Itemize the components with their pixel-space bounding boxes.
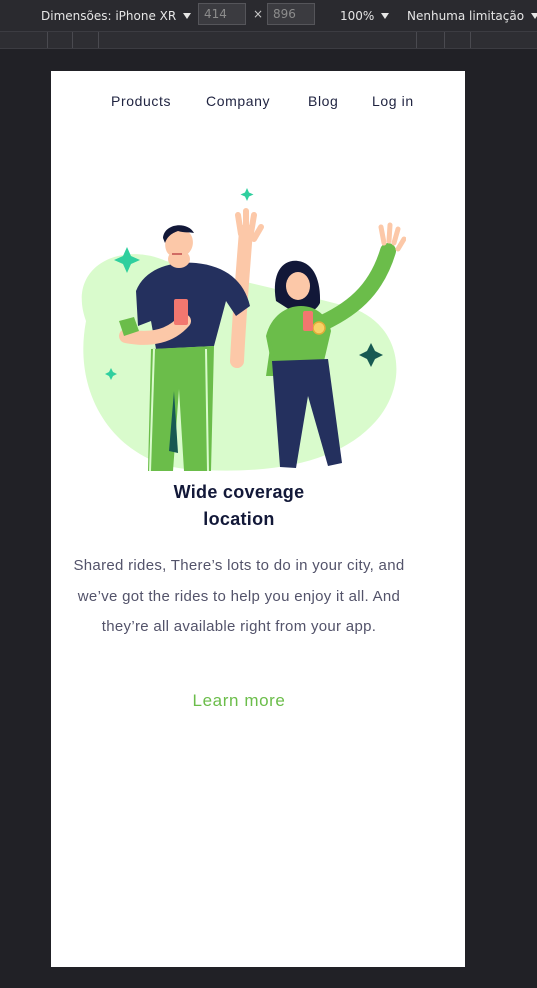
section-title: Wide coverage location <box>139 479 339 533</box>
description-line: Shared rides, There’s lots to do in your… <box>73 557 405 574</box>
nav-item-blog[interactable]: Blog <box>308 93 338 109</box>
device-select[interactable]: Dimensões: iPhone XR <box>41 0 192 31</box>
chevron-down-icon <box>381 12 390 19</box>
chevron-down-icon <box>531 12 537 19</box>
device-label: Dimensões: iPhone XR <box>41 8 177 23</box>
device-viewport: Products Company Blog Log in Wide covera… <box>51 71 465 967</box>
zoom-label: 100% <box>340 8 375 23</box>
times-symbol: × <box>253 7 264 21</box>
devtools-toolbar: Dimensões: iPhone XR 414 × 896 100% Nenh… <box>0 0 537 31</box>
nav-item-login[interactable]: Log in <box>372 93 414 109</box>
description-line: we’ve got the rides to help you enjoy it… <box>77 587 401 605</box>
height-input[interactable]: 896 <box>267 3 315 25</box>
sparkle-icon <box>240 188 254 201</box>
width-input[interactable]: 414 <box>198 3 246 25</box>
learn-more-link[interactable]: Learn more <box>139 691 339 711</box>
title-line-1: Wide coverage <box>173 482 305 502</box>
section-description: Shared rides, There’s lots to do in your… <box>51 551 427 643</box>
nav-item-products[interactable]: Products <box>111 93 171 109</box>
media-query-ruler[interactable] <box>0 31 537 49</box>
title-line-2: location <box>203 509 275 529</box>
throttle-select[interactable]: Nenhuma limitação <box>407 0 537 31</box>
zoom-select[interactable]: 100% <box>340 0 390 31</box>
description-line: they’re all available right from your ap… <box>101 618 377 635</box>
chevron-down-icon <box>183 12 192 19</box>
throttle-label: Nenhuma limitação <box>407 8 525 23</box>
hero-illustration <box>81 188 406 472</box>
nav-item-company[interactable]: Company <box>206 93 270 109</box>
top-nav: Products Company Blog Log in <box>51 93 465 113</box>
